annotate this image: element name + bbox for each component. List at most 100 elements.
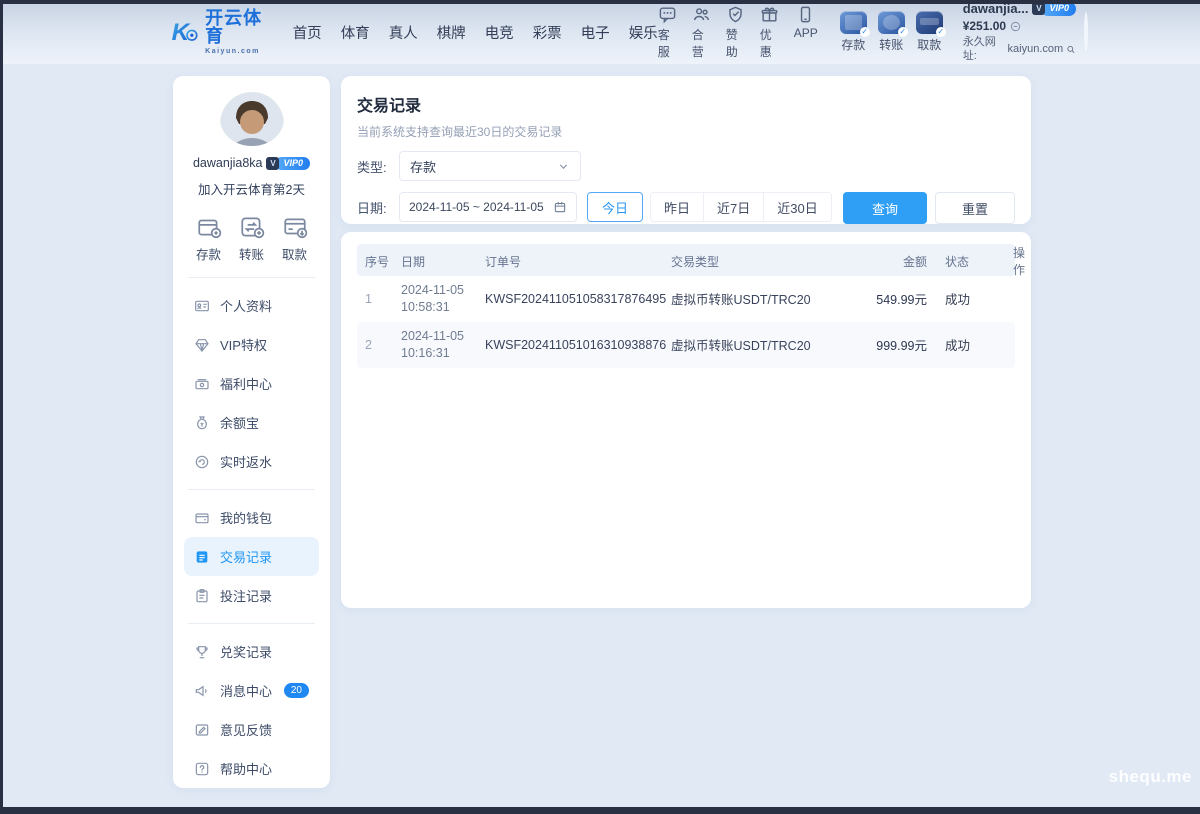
- sponsor-label: 赞助: [726, 26, 745, 60]
- cell-time-value: 10:16:31: [401, 345, 477, 362]
- sidebar-item-vip[interactable]: VIP特权: [184, 325, 319, 364]
- sidebar-item-messages[interactable]: 消息中心 20: [184, 671, 319, 710]
- sidebar-deposit-label: 存款: [196, 244, 221, 263]
- header-avatar[interactable]: [1084, 12, 1088, 52]
- cell-transaction-type: 虚拟币转账USDT/TRC20: [667, 329, 855, 360]
- query-button[interactable]: 查询: [843, 192, 927, 224]
- date-range-input[interactable]: 2024-11-05 ~ 2024-11-05: [399, 192, 577, 222]
- sidebar-item-profile[interactable]: 个人资料: [184, 286, 319, 325]
- transfer-arrows-icon: [239, 214, 265, 240]
- brand-logo[interactable]: K 开云体育 Kaiyun.com: [170, 9, 267, 55]
- page-subtitle: 当前系统支持查询最近30日的交易记录: [357, 123, 1015, 140]
- wallet-actions: ✓ 存款 ✓ 转账 ✓ 取款: [840, 11, 943, 53]
- type-select[interactable]: 存款: [399, 151, 581, 181]
- sidebar-item-label: 帮助中心: [220, 759, 272, 778]
- cell-amount: 549.99元: [855, 283, 931, 314]
- sidebar-menu: 个人资料 VIP特权 福利中心 余额宝 实时返水 我的钱包 交易记录: [173, 286, 330, 788]
- withdraw-card-icon: [282, 214, 308, 240]
- col-header-status: 状态: [931, 253, 1009, 270]
- app-download-button[interactable]: APP: [794, 5, 818, 60]
- sidebar-item-yuebao[interactable]: 余额宝: [184, 403, 319, 442]
- nav-home[interactable]: 首页: [293, 22, 322, 43]
- search-icon[interactable]: [1066, 44, 1076, 55]
- sidebar-item-label: 我的钱包: [220, 508, 272, 527]
- megaphone-icon: [194, 683, 210, 699]
- sidebar-avatar-image: [220, 92, 284, 146]
- sidebar-item-rebate[interactable]: 实时返水: [184, 442, 319, 481]
- reset-button[interactable]: 重置: [935, 192, 1015, 224]
- header-withdraw-button[interactable]: ✓ 取款: [916, 11, 943, 53]
- sidebar-quick-actions: 存款 转账 取款: [196, 214, 308, 263]
- sidebar-vip-level-label: VIP0: [275, 157, 310, 170]
- cell-status: 成功: [931, 283, 1009, 314]
- table-row[interactable]: 2 2024-11-05 10:16:31 KWSF20241105101631…: [357, 322, 1015, 368]
- sidebar-item-label: 余额宝: [220, 413, 259, 432]
- nav-lottery[interactable]: 彩票: [533, 22, 562, 43]
- date-label: 日期:: [357, 198, 399, 217]
- promotions-button[interactable]: 优惠: [760, 5, 779, 60]
- trophy-icon: [194, 644, 210, 660]
- sidebar-item-prizes[interactable]: 兑奖记录: [184, 632, 319, 671]
- header-transfer-button[interactable]: ✓ 转账: [878, 11, 905, 53]
- header-deposit-label: 存款: [841, 36, 865, 53]
- nav-live[interactable]: 真人: [389, 22, 418, 43]
- col-header-action: 操作: [1009, 244, 1029, 278]
- type-select-value: 存款: [410, 157, 436, 176]
- sidebar-item-transactions[interactable]: 交易记录: [184, 537, 319, 576]
- nav-cards[interactable]: 棋牌: [437, 22, 466, 43]
- transaction-filter-panel: 交易记录 当前系统支持查询最近30日的交易记录 类型: 存款 日期: 2024-…: [341, 76, 1031, 224]
- partner-button[interactable]: 合营: [692, 5, 711, 60]
- type-label: 类型:: [357, 157, 399, 176]
- cell-time-value: 10:58:31: [401, 299, 477, 316]
- range-yesterday-button[interactable]: 昨日: [651, 193, 703, 221]
- range-30days-button[interactable]: 近30日: [763, 193, 830, 221]
- nav-entertainment[interactable]: 娱乐: [629, 22, 658, 43]
- sidebar-transfer-button[interactable]: 转账: [239, 214, 265, 263]
- cell-index: 2: [357, 332, 397, 358]
- cell-amount: 999.99元: [855, 329, 931, 360]
- table-row[interactable]: 1 2024-11-05 10:58:31 KWSF20241105105831…: [357, 276, 1015, 322]
- vip-emblem-icon: V: [1032, 2, 1045, 15]
- nav-slots[interactable]: 电子: [581, 22, 610, 43]
- date-range-value: 2024-11-05 ~ 2024-11-05: [409, 200, 544, 214]
- cell-action: [1009, 293, 1017, 305]
- permanent-url-value: kaiyun.com: [1008, 43, 1064, 57]
- range-7days-button[interactable]: 近7日: [703, 193, 763, 221]
- balance-refresh-icon[interactable]: [1010, 21, 1021, 32]
- unread-count-badge: 20: [284, 683, 309, 698]
- sidebar-withdraw-button[interactable]: 取款: [282, 214, 308, 263]
- divider: [188, 623, 315, 624]
- range-today-button[interactable]: 今日: [587, 192, 643, 222]
- sidebar-item-help[interactable]: 帮助中心: [184, 749, 319, 788]
- nav-sports[interactable]: 体育: [341, 22, 370, 43]
- sidebar-avatar[interactable]: [220, 92, 284, 146]
- sidebar-item-welfare[interactable]: 福利中心: [184, 364, 319, 403]
- sidebar-item-wallet[interactable]: 我的钱包: [184, 498, 319, 537]
- sidebar-item-label: 消息中心: [220, 681, 272, 700]
- sidebar-item-bets[interactable]: 投注记录: [184, 576, 319, 615]
- window-edge-top: [0, 0, 1200, 4]
- joined-days-text: 加入开云体育第2天: [198, 179, 305, 198]
- sidebar-item-label: 意见反馈: [220, 720, 272, 739]
- header-deposit-button[interactable]: ✓ 存款: [840, 11, 867, 53]
- sidebar-item-label: 福利中心: [220, 374, 272, 393]
- sidebar-item-label: 个人资料: [220, 296, 272, 315]
- sidebar-item-feedback[interactable]: 意见反馈: [184, 710, 319, 749]
- clipboard-icon: [194, 588, 210, 604]
- col-header-amount: 金额: [855, 253, 931, 270]
- feedback-pen-icon: [194, 722, 210, 738]
- window-edge-bottom: [0, 807, 1200, 814]
- nav-esports[interactable]: 电竞: [485, 22, 514, 43]
- sidebar-item-label: 投注记录: [220, 586, 272, 605]
- brand-mark-icon: K: [170, 14, 199, 50]
- help-icon: [194, 761, 210, 777]
- sidebar-deposit-button[interactable]: 存款: [196, 214, 222, 263]
- cell-status: 成功: [931, 329, 1009, 360]
- calendar-icon: [553, 200, 567, 214]
- cell-date-value: 2024-11-05: [401, 282, 477, 299]
- table-header-row: 序号 日期 订单号 交易类型 金额 状态 操作: [357, 244, 1015, 276]
- rebate-cycle-icon: [194, 454, 210, 470]
- customer-service-button[interactable]: 客服: [658, 5, 677, 60]
- sponsor-button[interactable]: 赞助: [726, 5, 745, 60]
- cell-date-value: 2024-11-05: [401, 328, 477, 345]
